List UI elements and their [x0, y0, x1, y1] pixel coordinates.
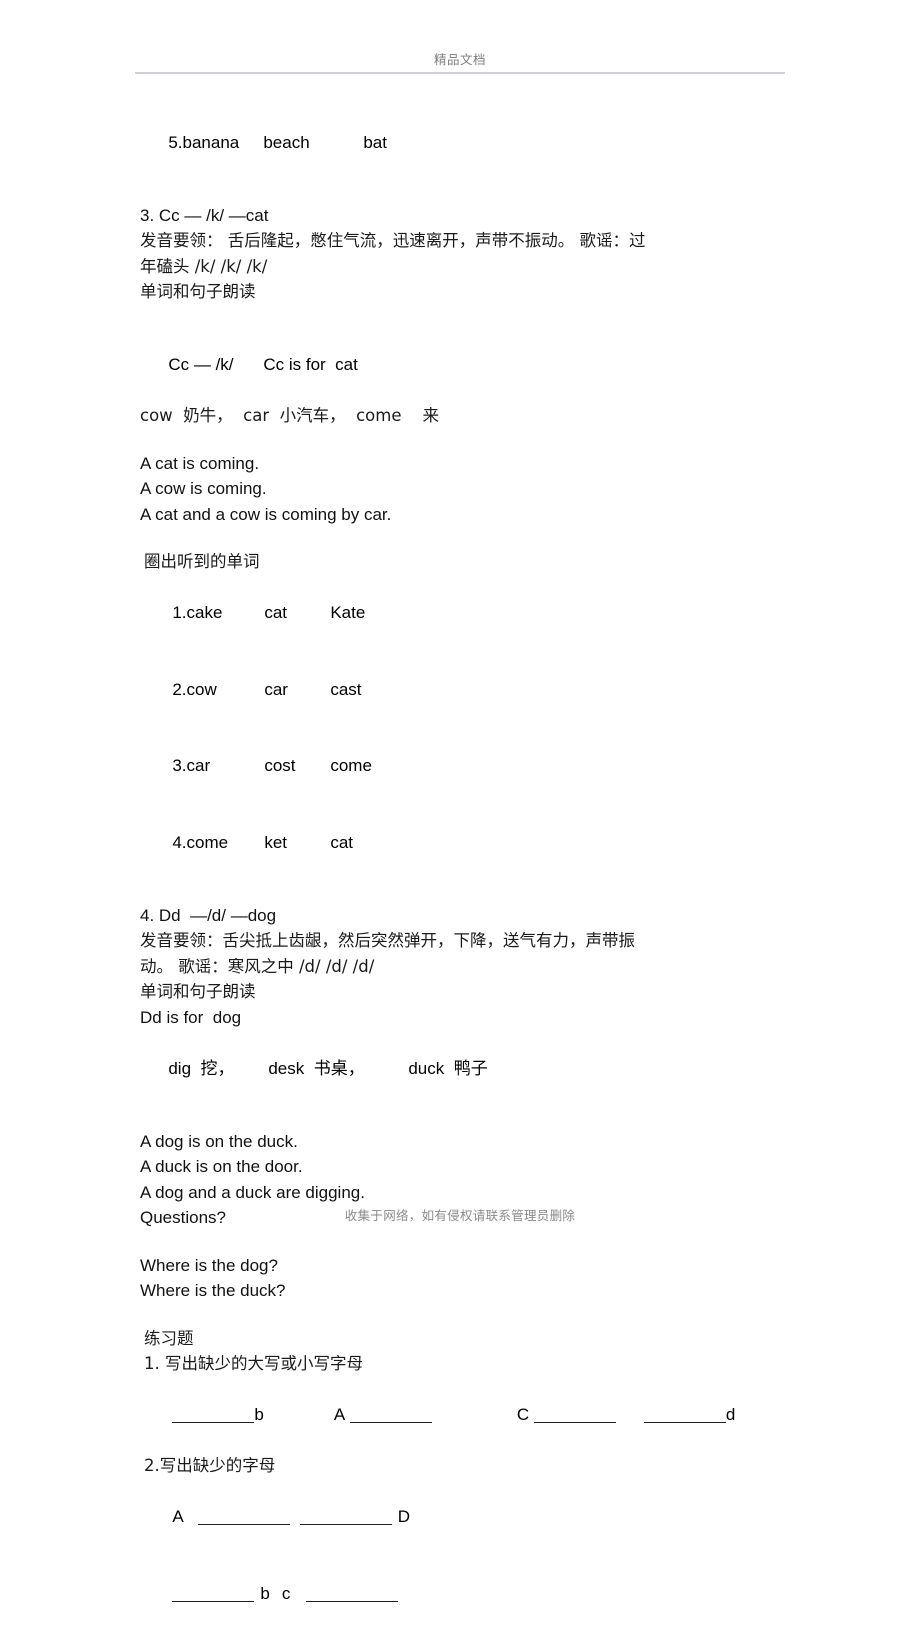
- section-c-reading-label: 单词和句子朗读: [140, 282, 256, 301]
- word-option: 1.cake: [172, 603, 223, 622]
- section-d-vocab-word-3: duck 鸭子: [408, 1058, 488, 1078]
- page-header: 精品文档: [135, 52, 785, 74]
- section-c-exercise-row-1: 1.cake cat Kate: [140, 575, 800, 652]
- section-c-letter-line: Cc — /k/Cc is for cat: [140, 327, 800, 404]
- word-option: car: [264, 679, 288, 699]
- section-c-sentence-1: A cat is coming.: [140, 453, 260, 473]
- section-c-exercise-row-3: 3.car cost come: [140, 728, 800, 805]
- top-word-col3: bat: [363, 132, 387, 152]
- section-d-sentence-1: A dog is on the duck.: [140, 1131, 298, 1151]
- answer-blank[interactable]: [299, 1508, 392, 1525]
- section-d-letter-is-for: Dd is for dog: [140, 1007, 242, 1027]
- word-option: 3.car: [172, 756, 211, 775]
- section-d-question-2: Where is the duck?: [140, 1281, 286, 1300]
- section-d-vocab-line: dig 挖， desk 书桌， duck 鸭子: [140, 1030, 800, 1107]
- section-c-sentence-3: A cat and a cow is coming by car.: [140, 504, 392, 524]
- section-d-vocab-word-1: dig 挖，: [168, 1058, 235, 1078]
- word-option: cat: [330, 832, 354, 852]
- word-option: ket: [264, 832, 288, 852]
- exercise-1-letter-1: b: [254, 1405, 264, 1424]
- exercise-2-letter-c: c: [281, 1583, 291, 1603]
- word-option: Kate: [330, 603, 366, 622]
- header-divider: [135, 72, 785, 74]
- exercise-2-letter-end: D: [397, 1507, 410, 1526]
- answer-blank[interactable]: [349, 1406, 432, 1423]
- answer-blank[interactable]: [643, 1406, 726, 1423]
- section-c-vocab-line: cow 奶牛， car 小汽车， come 来: [140, 406, 439, 425]
- top-word-col1: 5.banana: [168, 132, 240, 152]
- exercise-1-letter-4: d: [725, 1405, 736, 1424]
- top-word-col2: beach: [263, 132, 310, 152]
- section-c-tip-line1: 发音要领： 舌后隆起，憋住气流，迅速离开，声带不振动。 歌谣：过: [140, 231, 646, 250]
- document-page: 精品文档 5.banana beach bat 3. Cc — /k/ —cat 发…: [0, 0, 920, 1603]
- word-option: 2.cow: [172, 679, 217, 699]
- document-body: 5.banana beach bat 3. Cc — /k/ —cat 发音要领： …: [140, 104, 800, 1632]
- section-d-tip-line1: 发音要领：舌尖抵上齿龈，然后突然弹开，下降，送气有力，声带振: [140, 931, 635, 950]
- section-c-letter-sound: Cc — /k/: [168, 355, 234, 374]
- answer-blank[interactable]: [172, 1406, 255, 1423]
- section-d-vocab-word-2: desk 书桌，: [268, 1058, 365, 1078]
- exercise-2-answer-line-1: AD: [140, 1479, 800, 1556]
- section-c-sentence-2: A cow is coming.: [140, 479, 267, 498]
- section-c-exercise-row-4: 4.come ket cat: [140, 804, 800, 881]
- exercise-2-letter-start: A: [172, 1507, 184, 1526]
- section-c-exercise-row-2: 2.cow car cast: [140, 651, 800, 728]
- word-option: 4.come: [172, 832, 229, 852]
- section-d-question-1: Where is the dog?: [140, 1255, 278, 1275]
- exercise-2-letter-b: b: [260, 1583, 270, 1603]
- word-option: cast: [330, 679, 362, 699]
- word-option: cat: [264, 603, 288, 622]
- answer-blank[interactable]: [172, 1585, 255, 1602]
- exercises-title: 练习题: [144, 1328, 194, 1348]
- section-c-heading: 3. Cc — /k/ —cat: [140, 205, 269, 225]
- page-footer: 收集于网络，如有侵权请联系管理员删除: [344, 1208, 576, 1223]
- answer-blank[interactable]: [306, 1585, 399, 1602]
- exercise-1-title: 1. 写出缺少的大写或小写字母: [144, 1354, 363, 1373]
- answer-blank[interactable]: [533, 1406, 616, 1423]
- answer-blank[interactable]: [197, 1508, 290, 1525]
- exercise-1-letter-2: A: [333, 1405, 346, 1424]
- top-word-row: 5.banana beach bat: [140, 104, 800, 181]
- section-d-heading: 4. Dd —/d/ —dog: [140, 905, 277, 925]
- word-option: cost: [264, 756, 296, 775]
- section-c-tip-line2: 年磕头 /k/ /k/ /k/: [140, 256, 268, 276]
- exercise-2-title: 2.写出缺少的字母: [144, 1456, 276, 1475]
- header-title: 精品文档: [433, 52, 486, 67]
- exercise-1-letter-3: C: [516, 1405, 530, 1424]
- section-d-sentence-2: A duck is on the door.: [140, 1157, 303, 1176]
- section-c-exercise-title: 圈出听到的单词: [144, 552, 260, 571]
- exercise-2-answer-line-2: bc: [140, 1555, 800, 1632]
- exercise-1-answer-line: bA C d: [140, 1377, 800, 1454]
- section-c-letter-is-for: Cc is for cat: [263, 355, 358, 374]
- section-d-tip-line2: 动。 歌谣：寒风之中 /d/ /d/ /d/: [140, 956, 375, 976]
- section-d-sentence-3: A dog and a duck are digging.: [140, 1182, 365, 1202]
- word-option: come: [330, 756, 372, 775]
- section-d-reading-label: 单词和句子朗读: [140, 982, 256, 1001]
